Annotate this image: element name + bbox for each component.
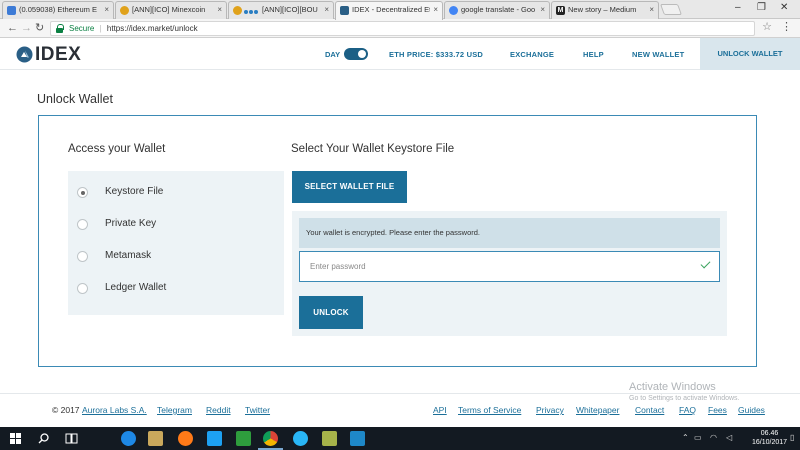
google-favicon-icon [449,6,458,15]
unlock-button[interactable]: UNLOCK [299,296,363,329]
medium-favicon-icon: M [556,6,565,15]
radio-button-selected[interactable] [77,187,88,198]
access-wallet-heading: Access your Wallet [68,143,166,155]
day-night-toggle[interactable] [344,48,368,60]
nav-exchange[interactable]: EXCHANGE [510,50,554,59]
close-tab-icon[interactable]: × [104,2,109,18]
browser-tab[interactable]: [ANN][ICO] Minexcoin × [115,1,227,19]
app-icon[interactable] [236,431,251,446]
option-private-key[interactable]: Private Key [68,215,284,235]
browser-tab[interactable]: google translate - Goo × [444,1,550,19]
footer-link-privacy[interactable]: Privacy [536,405,564,415]
back-arrow-icon[interactable]: ← [7,21,18,35]
footer-link-faq[interactable]: FAQ [679,405,696,415]
loading-dots-icon [244,6,259,14]
twitter-icon[interactable] [207,431,222,446]
close-tab-icon[interactable]: × [324,2,329,18]
search-icon[interactable] [38,433,49,444]
activate-windows-subtitle: Go to Settings to activate Windows. [629,395,740,402]
footer-link-terms[interactable]: Terms of Service [458,405,521,415]
wallet-options-list: Keystore File Private Key Metamask Ledge… [68,171,284,315]
radio-button[interactable] [77,251,88,262]
password-input[interactable]: Enter password [299,251,720,282]
app-icon[interactable] [350,431,365,446]
option-ledger-wallet[interactable]: Ledger Wallet [68,279,284,299]
site-header: IDEX DAY ETH PRICE: $333.72 USD EXCHANGE… [0,38,800,70]
close-tab-icon[interactable]: × [540,2,545,18]
idex-logo[interactable]: IDEX [16,44,82,65]
clock-time: 06.46 [760,430,779,437]
browser-tab[interactable]: M New story – Medium × [551,1,659,19]
clock-date: 16/10/2017 [752,439,788,446]
wifi-icon[interactable]: ◠ [710,433,717,442]
forward-arrow-icon[interactable]: → [21,21,32,35]
close-tab-icon[interactable]: × [217,2,222,18]
footer-link-telegram[interactable]: Telegram [157,405,192,415]
app-icon[interactable] [322,431,337,446]
coin-favicon-icon [233,6,242,15]
firefox-icon[interactable] [178,431,193,446]
footer-link-fees[interactable]: Fees [708,405,727,415]
eth-price: ETH PRICE: $333.72 USD [389,50,484,59]
browser-tab[interactable]: (0.059038) Ethereum ET × [2,1,114,19]
footer-link-api[interactable]: API [433,405,447,415]
activate-windows-title: Activate Windows [629,381,716,393]
browser-menu-icon[interactable]: ⋮ [781,20,792,33]
keystore-heading: Select Your Wallet Keystore File [291,143,455,155]
edge-icon[interactable] [121,431,136,446]
page-title: Unlock Wallet [37,92,113,106]
url-text: https://idex.market/unlock [106,24,198,33]
reload-icon[interactable]: ↻ [35,21,44,35]
nav-unlock-wallet[interactable]: UNLOCK WALLET [700,38,800,70]
footer-link-aurora-labs[interactable]: Aurora Labs S.A. [82,405,147,415]
browser-toolbar: ← → ↻ Secure | https://idex.market/unloc… [0,19,800,38]
tray-chevron-icon[interactable]: ⌃ [682,433,689,442]
radio-button[interactable] [77,219,88,230]
nav-new-wallet[interactable]: NEW WALLET [632,50,684,59]
idex-logo-icon [16,46,33,63]
maximize-icon[interactable]: ❐ [757,0,766,16]
footer-link-twitter[interactable]: Twitter [245,405,270,415]
volume-icon[interactable]: ◁ [726,433,732,442]
close-tab-icon[interactable]: × [649,2,654,18]
coin-favicon-icon [120,6,129,15]
checkmark-icon [700,259,712,271]
select-wallet-file-button[interactable]: SELECT WALLET FILE [292,171,407,203]
footer-link-contact[interactable]: Contact [635,405,664,415]
bookmark-star-icon[interactable]: ☆ [762,20,772,33]
footer-link-whitepaper[interactable]: Whitepaper [576,405,619,415]
option-keystore-file[interactable]: Keystore File [68,183,284,203]
file-explorer-icon[interactable] [148,431,163,446]
day-mode-label: DAY [325,50,341,59]
browser-tab-active[interactable]: IDEX - Decentralized Et × [335,1,443,20]
footer-link-reddit[interactable]: Reddit [206,405,231,415]
minimize-icon[interactable]: – [735,0,741,16]
nav-help[interactable]: HELP [583,50,604,59]
windows-taskbar: ⌃ ▭ ◠ ◁ 06.46 16/10/2017 ▯ [0,427,800,450]
notifications-icon[interactable]: ▯ [790,433,794,442]
footer-link-guides[interactable]: Guides [738,405,765,415]
copyright: © 2017 [52,405,80,415]
lock-icon [56,24,64,33]
taskbar-clock[interactable]: 06.46 16/10/2017 [752,429,787,447]
network-icon[interactable]: ▭ [694,433,702,442]
close-window-icon[interactable]: ✕ [780,0,788,16]
option-metamask[interactable]: Metamask [68,247,284,267]
close-tab-icon[interactable]: × [433,2,438,18]
logo-text: IDEX [35,44,82,65]
new-tab-button[interactable] [659,4,683,15]
idex-favicon-icon [340,6,349,15]
secure-label: Secure [69,24,95,33]
footer-divider [0,393,800,394]
browser-tab-strip: (0.059038) Ethereum ET × [ANN][ICO] Mine… [0,0,800,20]
address-bar[interactable]: Secure | https://idex.market/unlock [50,21,755,36]
windows-start-icon[interactable] [10,433,21,444]
chrome-icon[interactable] [263,431,278,446]
radio-button[interactable] [77,283,88,294]
task-view-icon[interactable] [65,433,78,444]
browser-tab[interactable]: [ANN][ICO][BOU × [228,1,334,19]
app-icon[interactable] [293,431,308,446]
ethereum-favicon-icon [7,6,16,15]
encryption-notice: Your wallet is encrypted. Please enter t… [299,218,720,248]
